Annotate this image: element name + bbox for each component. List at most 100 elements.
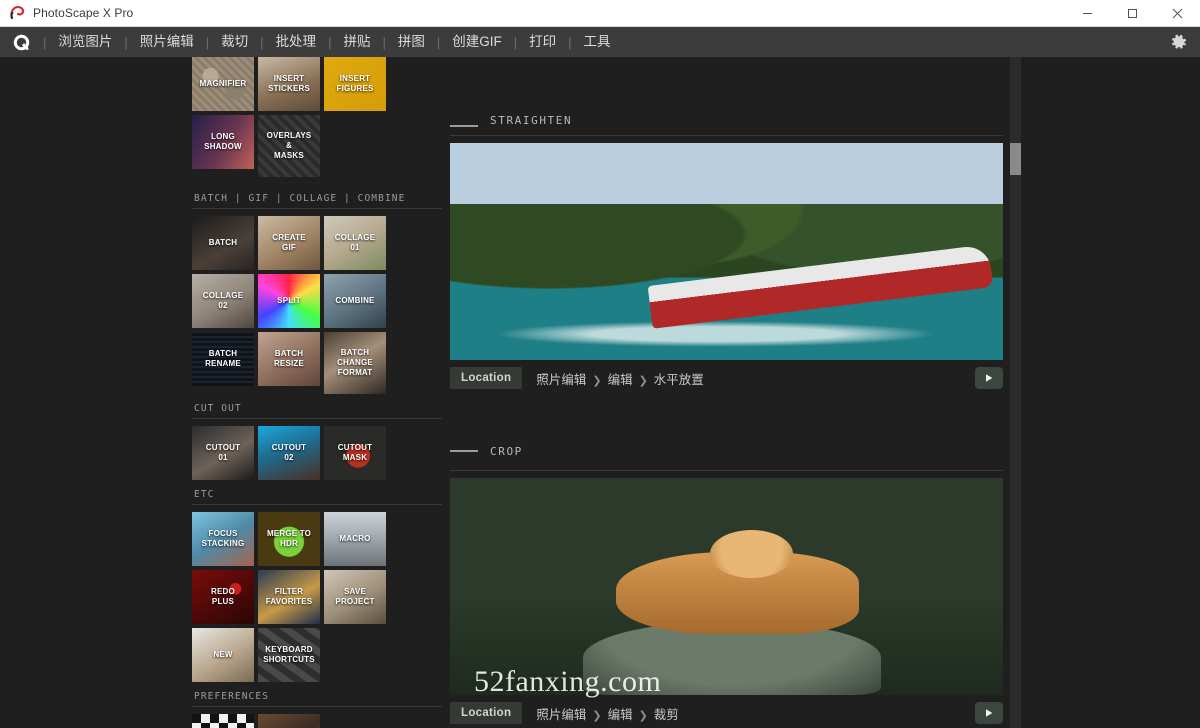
tile-label: LANGUAGE	[258, 714, 320, 728]
tool-tile[interactable]: INSERT FIGURES	[324, 57, 386, 111]
tool-tile[interactable]: CUTOUT 02	[258, 426, 320, 480]
menu-item-8[interactable]: 打印	[518, 27, 567, 57]
tool-tile[interactable]: SPLIT	[258, 274, 320, 328]
tool-tile[interactable]: COLLAGE 01	[324, 216, 386, 270]
menu-item-7[interactable]: 创建GIF	[441, 27, 513, 57]
main-menu-bar: | 浏览图片 | 照片编辑 | 裁切 | 批处理 | 拼贴 | 拼图 | 创建GIF | 打印 | 工具	[0, 27, 1200, 57]
tile-label: BATCH RESIZE	[273, 349, 305, 368]
section-divider	[192, 504, 442, 505]
maximize-button[interactable]	[1110, 0, 1155, 26]
tile-grid: BATCH CREATE GIF COLLAGE 01 COLLAGE 02 SPLIT COM…	[192, 216, 442, 394]
breadcrumb-segment[interactable]: 水平放置	[654, 373, 704, 387]
preview-caption-bar: Location 照片编辑 ❯ 编辑 ❯ 水平放置	[450, 360, 1003, 396]
boat-hull	[647, 243, 994, 329]
tool-tile[interactable]: COLLAGE 02	[192, 274, 254, 328]
section-divider	[192, 418, 442, 419]
tile-label: COMBINE	[335, 296, 375, 305]
tile-label: MERGE TO HDR	[266, 529, 312, 548]
tile-label: REDO PLUS	[211, 587, 235, 606]
breadcrumb-segment[interactable]: 照片编辑	[536, 373, 586, 387]
section-dash-icon	[450, 450, 478, 452]
tile-label: INSERT FIGURES	[336, 74, 374, 93]
tool-tile[interactable]: LONG SHADOW	[192, 115, 254, 169]
section-dash-icon	[450, 125, 478, 127]
menu-item-5[interactable]: 拼贴	[332, 27, 381, 57]
preview-section-header: STRAIGHTEN	[450, 57, 1200, 127]
tool-tile[interactable]: REDO PLUS	[192, 570, 254, 624]
breadcrumb-segment[interactable]: 编辑	[608, 373, 633, 387]
tools-tile-panel[interactable]: MAGNIFIER INSERT STICKERS INSERT FIGURES LONG…	[192, 57, 442, 728]
menu-item-1[interactable]: 浏览图片	[47, 27, 123, 57]
section-divider	[450, 135, 1003, 136]
preview-panel: STRAIGHTEN Location 照片编辑 ❯ 编辑 ❯ 水平放置 CROP Locati…	[450, 57, 1200, 728]
gear-icon[interactable]	[1158, 27, 1200, 57]
tool-tile[interactable]: MAGNIFIER	[192, 57, 254, 111]
lioness-head	[709, 530, 793, 578]
tool-tile[interactable]: FILTER FAVORITES	[258, 570, 320, 624]
tile-label: CUTOUT MASK	[337, 443, 373, 462]
tool-tile[interactable]: KEYBOARD SHORTCUTS	[258, 628, 320, 682]
breadcrumb-separator: ❯	[638, 709, 648, 722]
tile-label: SPLIT	[277, 296, 301, 305]
tile-label: OVERLAYS & MASKS	[266, 131, 312, 160]
tile-label: SAVE PROJECT	[335, 587, 375, 606]
breadcrumb-segment[interactable]: 裁剪	[654, 708, 679, 722]
boat-in-lagoon-photo[interactable]	[450, 143, 1003, 360]
tile-grid: THEME LANGUAGE	[192, 714, 442, 728]
water-wake	[494, 320, 937, 347]
tool-tile[interactable]: COMBINE	[324, 274, 386, 328]
tile-label: MAGNIFIER	[199, 79, 247, 88]
tool-tile[interactable]: CUTOUT 01	[192, 426, 254, 480]
menu-item-3[interactable]: 裁切	[210, 27, 259, 57]
tool-tile[interactable]: THEME	[192, 714, 254, 728]
tool-tile[interactable]: BATCH RESIZE	[258, 332, 320, 386]
tile-section-header: BATCH | GIF | COLLAGE | COMBINE	[194, 193, 406, 204]
tile-label: COLLAGE 01	[334, 233, 376, 252]
app-mark-icon[interactable]	[0, 27, 42, 57]
window-controls	[1065, 0, 1200, 26]
lioness-on-rock-photo[interactable]	[450, 478, 1003, 695]
breadcrumb: 照片编辑 ❯ 编辑 ❯ 水平放置	[536, 369, 703, 388]
tile-label: CUTOUT 02	[271, 443, 307, 462]
play-icon[interactable]	[975, 702, 1003, 724]
section-divider	[450, 470, 1003, 471]
breadcrumb-segment[interactable]: 照片编辑	[536, 708, 586, 722]
tool-tile[interactable]: INSERT STICKERS	[258, 57, 320, 111]
tile-grid: MAGNIFIER INSERT STICKERS INSERT FIGURES LONG…	[192, 57, 442, 177]
tool-tile[interactable]: MACRO	[324, 512, 386, 566]
breadcrumb-separator: ❯	[592, 709, 602, 722]
tile-label: KEYBOARD SHORTCUTS	[263, 645, 315, 664]
tool-tile[interactable]: CUTOUT MASK	[324, 426, 386, 480]
tool-tile[interactable]: OVERLAYS & MASKS	[258, 115, 320, 177]
title-bar: PhotoScape X Pro	[0, 0, 1200, 27]
tile-section-header: ETC	[194, 489, 215, 500]
tool-tile[interactable]: CREATE GIF	[258, 216, 320, 270]
tool-tile[interactable]: BATCH CHANGE FORMAT	[324, 332, 386, 394]
tool-tile[interactable]: LANGUAGE	[258, 714, 320, 728]
tool-tile[interactable]: NEW	[192, 628, 254, 682]
close-button[interactable]	[1155, 0, 1200, 26]
preview-caption-bar: Location 照片编辑 ❯ 编辑 ❯ 裁剪	[450, 695, 1003, 728]
vertical-scrollbar[interactable]	[1010, 57, 1021, 728]
menu-item-2[interactable]: 照片编辑	[129, 27, 205, 57]
menu-item-9[interactable]: 工具	[573, 27, 622, 57]
tool-tile[interactable]: MERGE TO HDR	[258, 512, 320, 566]
preview-section-header: CROP	[450, 440, 1200, 462]
tile-section-header: PREFERENCES	[194, 691, 270, 702]
menu-items: | 浏览图片 | 照片编辑 | 裁切 | 批处理 | 拼贴 | 拼图 | 创建GIF | 打印 | 工具	[42, 27, 622, 57]
tile-label: CREATE GIF	[272, 233, 306, 252]
minimize-button[interactable]	[1065, 0, 1110, 26]
menu-item-6[interactable]: 拼图	[387, 27, 436, 57]
photoscape-logo-icon	[9, 5, 25, 21]
tool-tile[interactable]: SAVE PROJECT	[324, 570, 386, 624]
scrollbar-thumb[interactable]	[1010, 143, 1021, 175]
tool-tile[interactable]: BATCH	[192, 216, 254, 270]
tool-tile[interactable]: FOCUS STACKING	[192, 512, 254, 566]
menu-item-4[interactable]: 批处理	[265, 27, 328, 57]
location-badge: Location	[450, 367, 523, 389]
section-divider	[192, 706, 442, 707]
breadcrumb-segment[interactable]: 编辑	[608, 708, 633, 722]
tile-label: THEME	[192, 714, 254, 728]
play-icon[interactable]	[975, 367, 1003, 389]
tool-tile[interactable]: BATCH RENAME	[192, 332, 254, 386]
